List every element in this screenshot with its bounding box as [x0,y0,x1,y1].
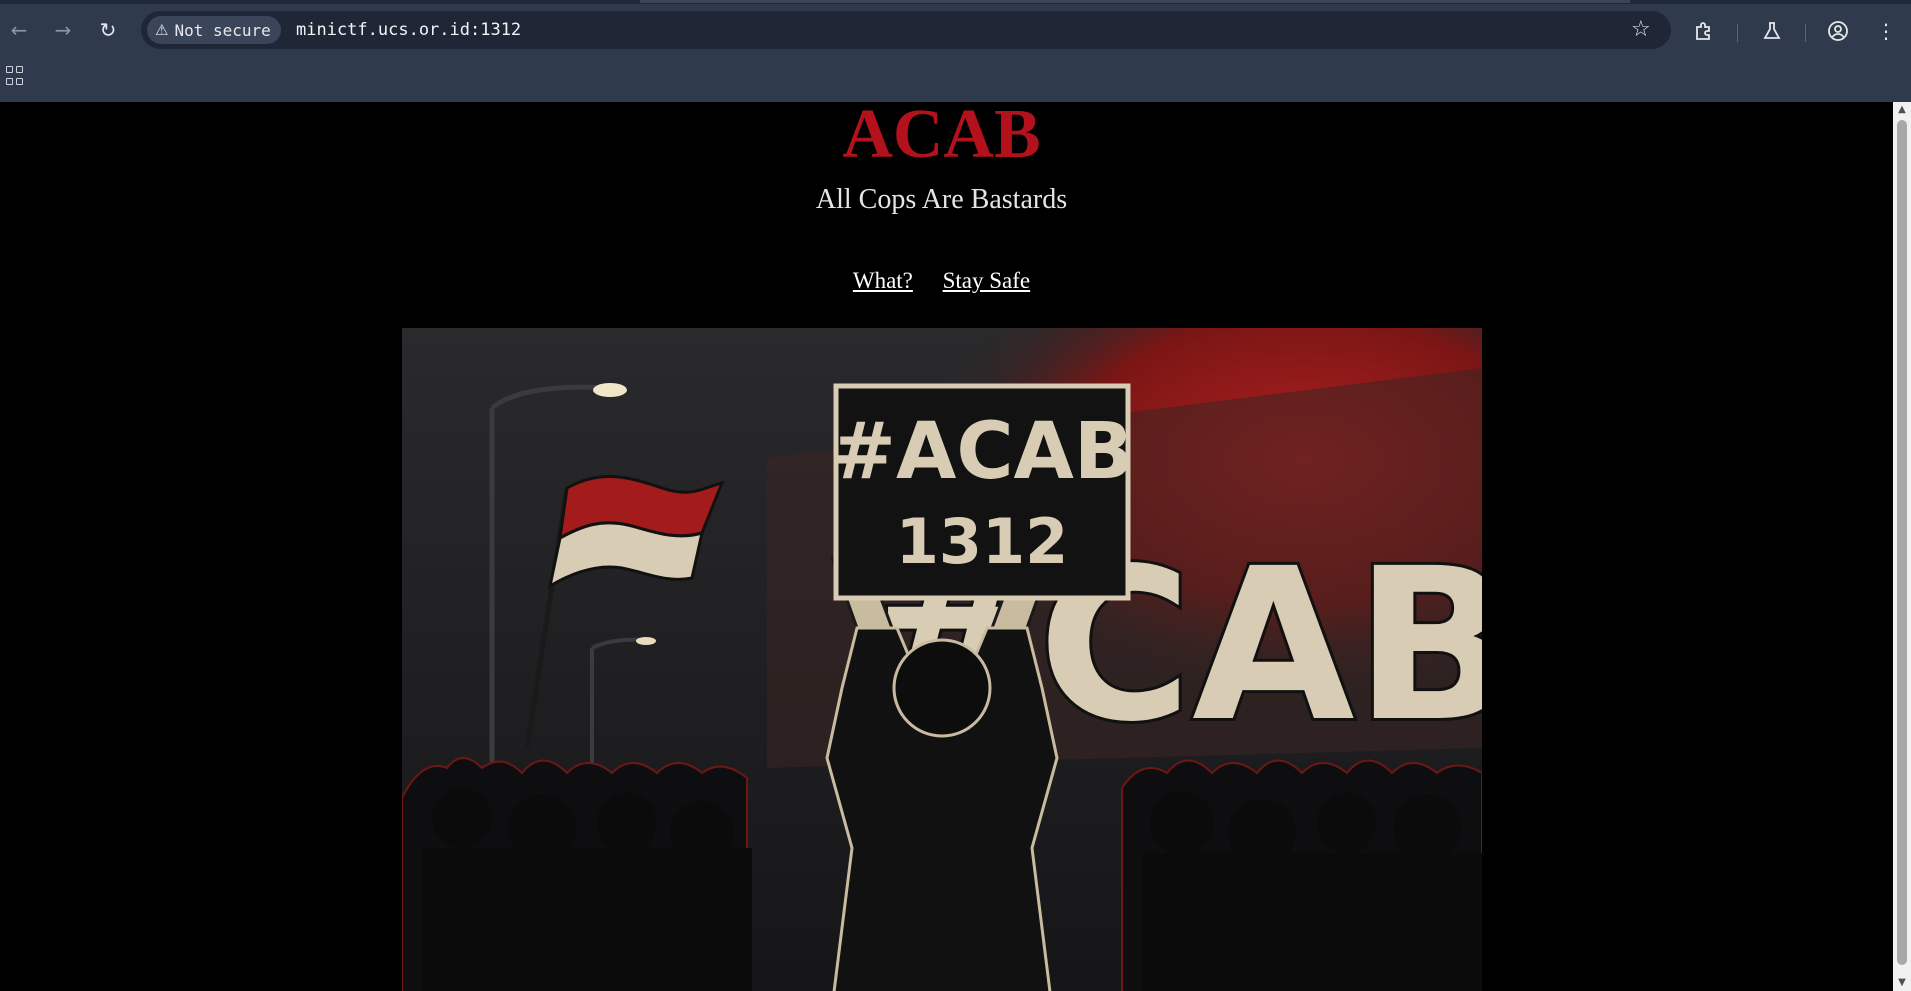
toolbar-separator [1737,24,1738,42]
vertical-scrollbar[interactable]: ▲ ▼ [1893,102,1911,991]
security-label: Not secure [174,20,271,40]
url-text[interactable]: minictf.ucs.or.id:1312 [296,20,521,40]
sign-line-1: #ACAB [831,407,1134,497]
site-nav: What? Stay Safe [0,266,1883,296]
scroll-down-icon[interactable]: ▼ [1893,975,1911,991]
puzzle-icon[interactable] [1689,16,1719,46]
hero-image: #CAB #ACAB 1312 [402,328,1482,991]
account-circle-icon[interactable] [1823,16,1853,46]
bookmarks-bar [0,56,1911,103]
arrow-left-icon[interactable]: ← [5,16,33,44]
security-chip[interactable]: ⚠ Not secure [147,16,281,44]
arrow-right-icon[interactable]: → [49,16,77,44]
nav-link-what[interactable]: What? [853,268,913,293]
address-bar[interactable]: ⚠ Not secure minictf.ucs.or.id:1312 ☆ [141,11,1671,49]
protest-illustration: #CAB #ACAB 1312 [402,328,1482,991]
star-icon[interactable]: ☆ [1631,17,1651,42]
apps-grid-icon[interactable] [6,66,26,86]
active-tab-indicator [640,0,1630,3]
page-title: ACAB [842,102,1041,173]
browser-toolbar: ← → ↻ ⚠ Not secure minictf.ucs.or.id:131… [0,4,1911,56]
sign-line-2: 1312 [896,505,1069,578]
warning-triangle-icon: ⚠ [155,21,169,39]
scroll-thumb[interactable] [1897,120,1907,965]
page-viewport: ACAB All Cops Are Bastards What? Stay Sa… [0,102,1893,991]
flask-icon[interactable] [1757,16,1787,46]
browser-window: ← → ↻ ⚠ Not secure minictf.ucs.or.id:131… [0,0,1911,991]
toolbar-separator [1805,24,1806,42]
kebab-menu-icon[interactable]: ⋮ [1871,16,1901,46]
nav-link-stay-safe[interactable]: Stay Safe [943,268,1031,293]
scroll-up-icon[interactable]: ▲ [1893,102,1911,118]
page-subtitle: All Cops Are Bastards [815,184,1068,215]
reload-icon[interactable]: ↻ [94,16,122,44]
